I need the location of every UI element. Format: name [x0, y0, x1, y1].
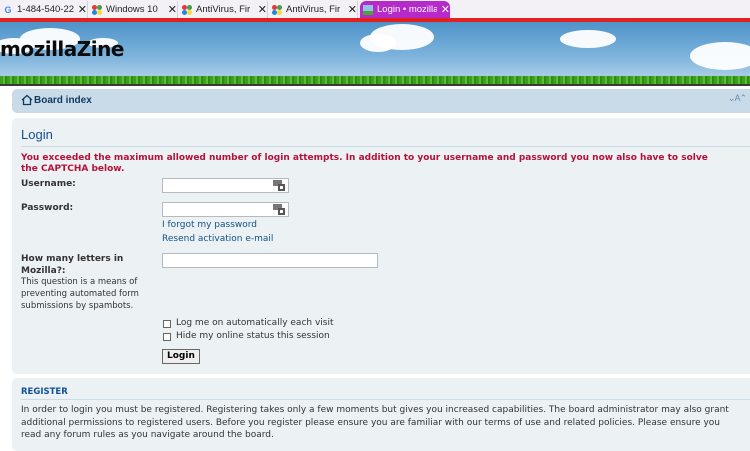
tab-title: Windows 10	[106, 4, 158, 15]
banner-divider	[0, 84, 750, 86]
tenforums-icon	[272, 4, 282, 15]
autologin-checkbox[interactable]	[163, 320, 171, 328]
tenforums-icon	[92, 4, 102, 15]
site-logo[interactable]: mozillaZine	[0, 37, 124, 61]
username-label: Username:	[21, 179, 76, 189]
mozillazine-icon	[363, 4, 373, 15]
username-field[interactable]	[162, 178, 289, 193]
password-field[interactable]	[162, 202, 289, 217]
password-manager-icon[interactable]	[273, 204, 285, 215]
breadcrumb-board-index[interactable]: Board index	[34, 95, 92, 106]
resend-activation-link[interactable]: Resend activation e-mail	[162, 234, 273, 244]
tab-title: AntiVirus, Fir	[196, 4, 251, 15]
hide-online-checkbox[interactable]	[163, 333, 171, 341]
tenforums-icon	[182, 4, 192, 15]
hide-online-label: Hide my online status this session	[176, 331, 330, 341]
font-size-control[interactable]: ⌄A⌃	[728, 93, 747, 104]
divider	[21, 146, 750, 147]
autologin-label: Log me on automatically each visit	[176, 318, 334, 328]
close-tab-icon[interactable]: ✕	[348, 4, 357, 15]
error-message: You exceeded the maximum allowed number …	[21, 153, 708, 174]
cloud-decoration	[690, 42, 750, 70]
cloud-decoration	[560, 30, 616, 48]
password-manager-icon[interactable]	[273, 180, 285, 191]
browser-tab[interactable]: AntiVirus, Fir ✕	[269, 1, 358, 18]
close-tab-icon[interactable]: ✕	[78, 4, 87, 15]
page-title: Login	[21, 127, 53, 142]
navbar: Board index ⌄A⌃	[12, 89, 750, 113]
login-button[interactable]: Login	[162, 349, 200, 364]
browser-tab[interactable]: Windows 10 ✕	[89, 1, 178, 18]
close-tab-icon[interactable]: ✕	[168, 4, 177, 15]
browser-tab-active[interactable]: Login • mozilla ✕	[360, 1, 450, 18]
login-panel: Login You exceeded the maximum allowed n…	[12, 118, 750, 374]
browser-tab-strip: G 1-484-540-22 ✕ Windows 10 ✕ AntiVirus,…	[0, 0, 750, 18]
close-tab-icon[interactable]: ✕	[258, 4, 267, 15]
forgot-password-link[interactable]: I forgot my password	[162, 220, 257, 230]
register-panel: REGISTER In order to login you must be r…	[12, 378, 750, 451]
grass-strip	[0, 76, 750, 84]
captcha-answer-field[interactable]	[162, 253, 378, 268]
close-tab-icon[interactable]: ✕	[441, 4, 450, 15]
divider	[21, 399, 750, 400]
cloud-decoration	[360, 34, 396, 52]
browser-tab[interactable]: AntiVirus, Fir ✕	[179, 1, 268, 18]
password-label: Password:	[21, 203, 74, 213]
google-g-icon: G	[4, 4, 12, 15]
tab-title: Login • mozilla	[377, 4, 437, 15]
captcha-explain: This question is a means of preventing a…	[21, 277, 139, 311]
tab-title: AntiVirus, Fir	[286, 4, 341, 15]
home-icon[interactable]	[21, 94, 33, 106]
captcha-label: How many letters in Mozilla?:	[21, 254, 124, 276]
browser-tab[interactable]: G 1-484-540-22 ✕	[0, 1, 88, 18]
tab-title: 1-484-540-22	[17, 4, 74, 15]
register-text: In order to login you must be registered…	[21, 405, 729, 440]
register-heading: REGISTER	[21, 387, 68, 397]
